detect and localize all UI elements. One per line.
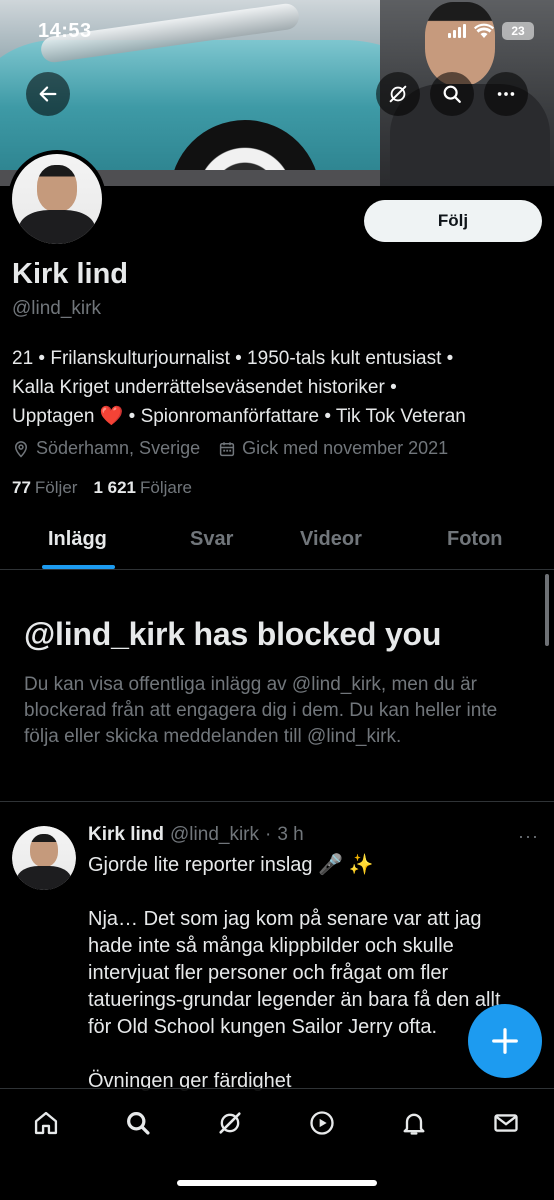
avatar-image: [12, 154, 102, 244]
active-tab-indicator: [42, 565, 115, 569]
status-time: 14:53: [38, 20, 92, 42]
grok-icon: [219, 1112, 241, 1134]
bio-text: • Spionromanförfattare • Tik Tok Veteran: [123, 406, 466, 427]
post-header: Kirk lind @lind_kirk · 3 h: [88, 824, 304, 846]
nav-notifications[interactable]: [398, 1107, 430, 1139]
back-button[interactable]: [26, 72, 70, 116]
tab-photos[interactable]: Foton: [447, 528, 503, 551]
avatar-face: [37, 164, 77, 212]
tab-replies[interactable]: Svar: [190, 528, 233, 551]
grok-icon: [389, 85, 407, 103]
profile-handle: @lind_kirk: [12, 298, 101, 319]
followers-link[interactable]: 1 621 Följare: [93, 478, 192, 498]
grok-button[interactable]: [376, 72, 420, 116]
calendar-icon: [219, 441, 235, 456]
nav-messages[interactable]: [490, 1107, 522, 1139]
following-link[interactable]: 77 Följer: [12, 478, 77, 498]
search-button[interactable]: [430, 72, 474, 116]
divider: [0, 801, 554, 802]
plus-icon: [492, 1028, 518, 1054]
blocked-text: Du kan visa offentliga inlägg av @lind_k…: [24, 674, 498, 747]
post-more-button[interactable]: ···: [518, 826, 539, 847]
wifi-icon: [474, 23, 494, 38]
notifications-bell-icon: [403, 1113, 425, 1135]
post-handle[interactable]: @lind_kirk: [170, 824, 259, 846]
more-button[interactable]: [484, 72, 528, 116]
post-text[interactable]: Gjorde lite reporter inslag 🎤 ✨ Nja… Det…: [88, 852, 528, 1095]
tab-posts[interactable]: Inlägg: [48, 528, 107, 551]
nav-video[interactable]: [306, 1107, 338, 1139]
bio-line: 21 • Frilanskulturjournalist • 1950-tals…: [12, 348, 454, 369]
follow-counts: 77 Följer 1 621 Följare: [12, 478, 192, 498]
arrow-left-icon: [39, 86, 57, 102]
video-play-icon: [310, 1111, 334, 1135]
profile-name: Kirk lind: [12, 258, 129, 290]
home-icon: [34, 1111, 58, 1135]
profile-location: Söderhamn, Sverige: [12, 438, 200, 459]
nav-search[interactable]: [122, 1107, 154, 1139]
post-separator: ·: [265, 824, 272, 845]
followers-label: Följare: [139, 478, 192, 497]
nav-grok[interactable]: [214, 1107, 246, 1139]
bio-line: Kalla Kriget underrättelseväsendet histo…: [12, 377, 397, 398]
status-bar: 14:53 23: [0, 0, 554, 60]
avatar-face: [29, 833, 59, 867]
follow-button[interactable]: Följ: [364, 200, 542, 242]
cellular-signal-icon: [448, 24, 466, 38]
avatar-body: [19, 209, 95, 244]
bio-text: Upptagen: [12, 406, 100, 427]
following-label: Följer: [34, 478, 78, 497]
search-icon: [127, 1112, 150, 1135]
bio-line: Upptagen ❤️ • Spionromanförfattare • Tik…: [12, 402, 542, 431]
search-icon: [443, 85, 461, 103]
heart-emoji: ❤️: [99, 406, 124, 427]
blocked-title: @lind_kirk has blocked you: [24, 616, 442, 652]
post-author[interactable]: Kirk lind: [88, 824, 164, 846]
profile-meta: Söderhamn, Sverige Gick med november 202…: [12, 438, 448, 459]
location-pin-icon: [14, 440, 28, 458]
avatar-body: [17, 865, 71, 890]
profile-avatar[interactable]: [8, 150, 106, 248]
battery-indicator: 23: [502, 22, 534, 40]
following-count: 77: [12, 478, 31, 497]
joined-text: Gick med november 2021: [242, 438, 449, 458]
tab-videos[interactable]: Videor: [300, 528, 362, 551]
post-avatar[interactable]: [12, 826, 76, 890]
profile-bio: 21 • Frilanskulturjournalist • 1950-tals…: [12, 344, 542, 431]
post-time[interactable]: 3 h: [277, 824, 303, 846]
compose-button[interactable]: [468, 1004, 542, 1078]
home-indicator[interactable]: [177, 1180, 377, 1186]
nav-home[interactable]: [30, 1107, 62, 1139]
followers-count: 1 621: [93, 478, 136, 497]
scrollbar[interactable]: [545, 574, 549, 646]
profile-tabs: Inlägg Svar Videor Foton: [0, 514, 554, 570]
profile-joined: Gick med november 2021: [218, 438, 448, 459]
status-indicators: 23: [448, 22, 534, 40]
more-horizontal-icon: [497, 92, 515, 96]
avatar-image: [12, 826, 76, 890]
location-text: Söderhamn, Sverige: [36, 438, 201, 458]
messages-envelope-icon: [494, 1114, 518, 1132]
